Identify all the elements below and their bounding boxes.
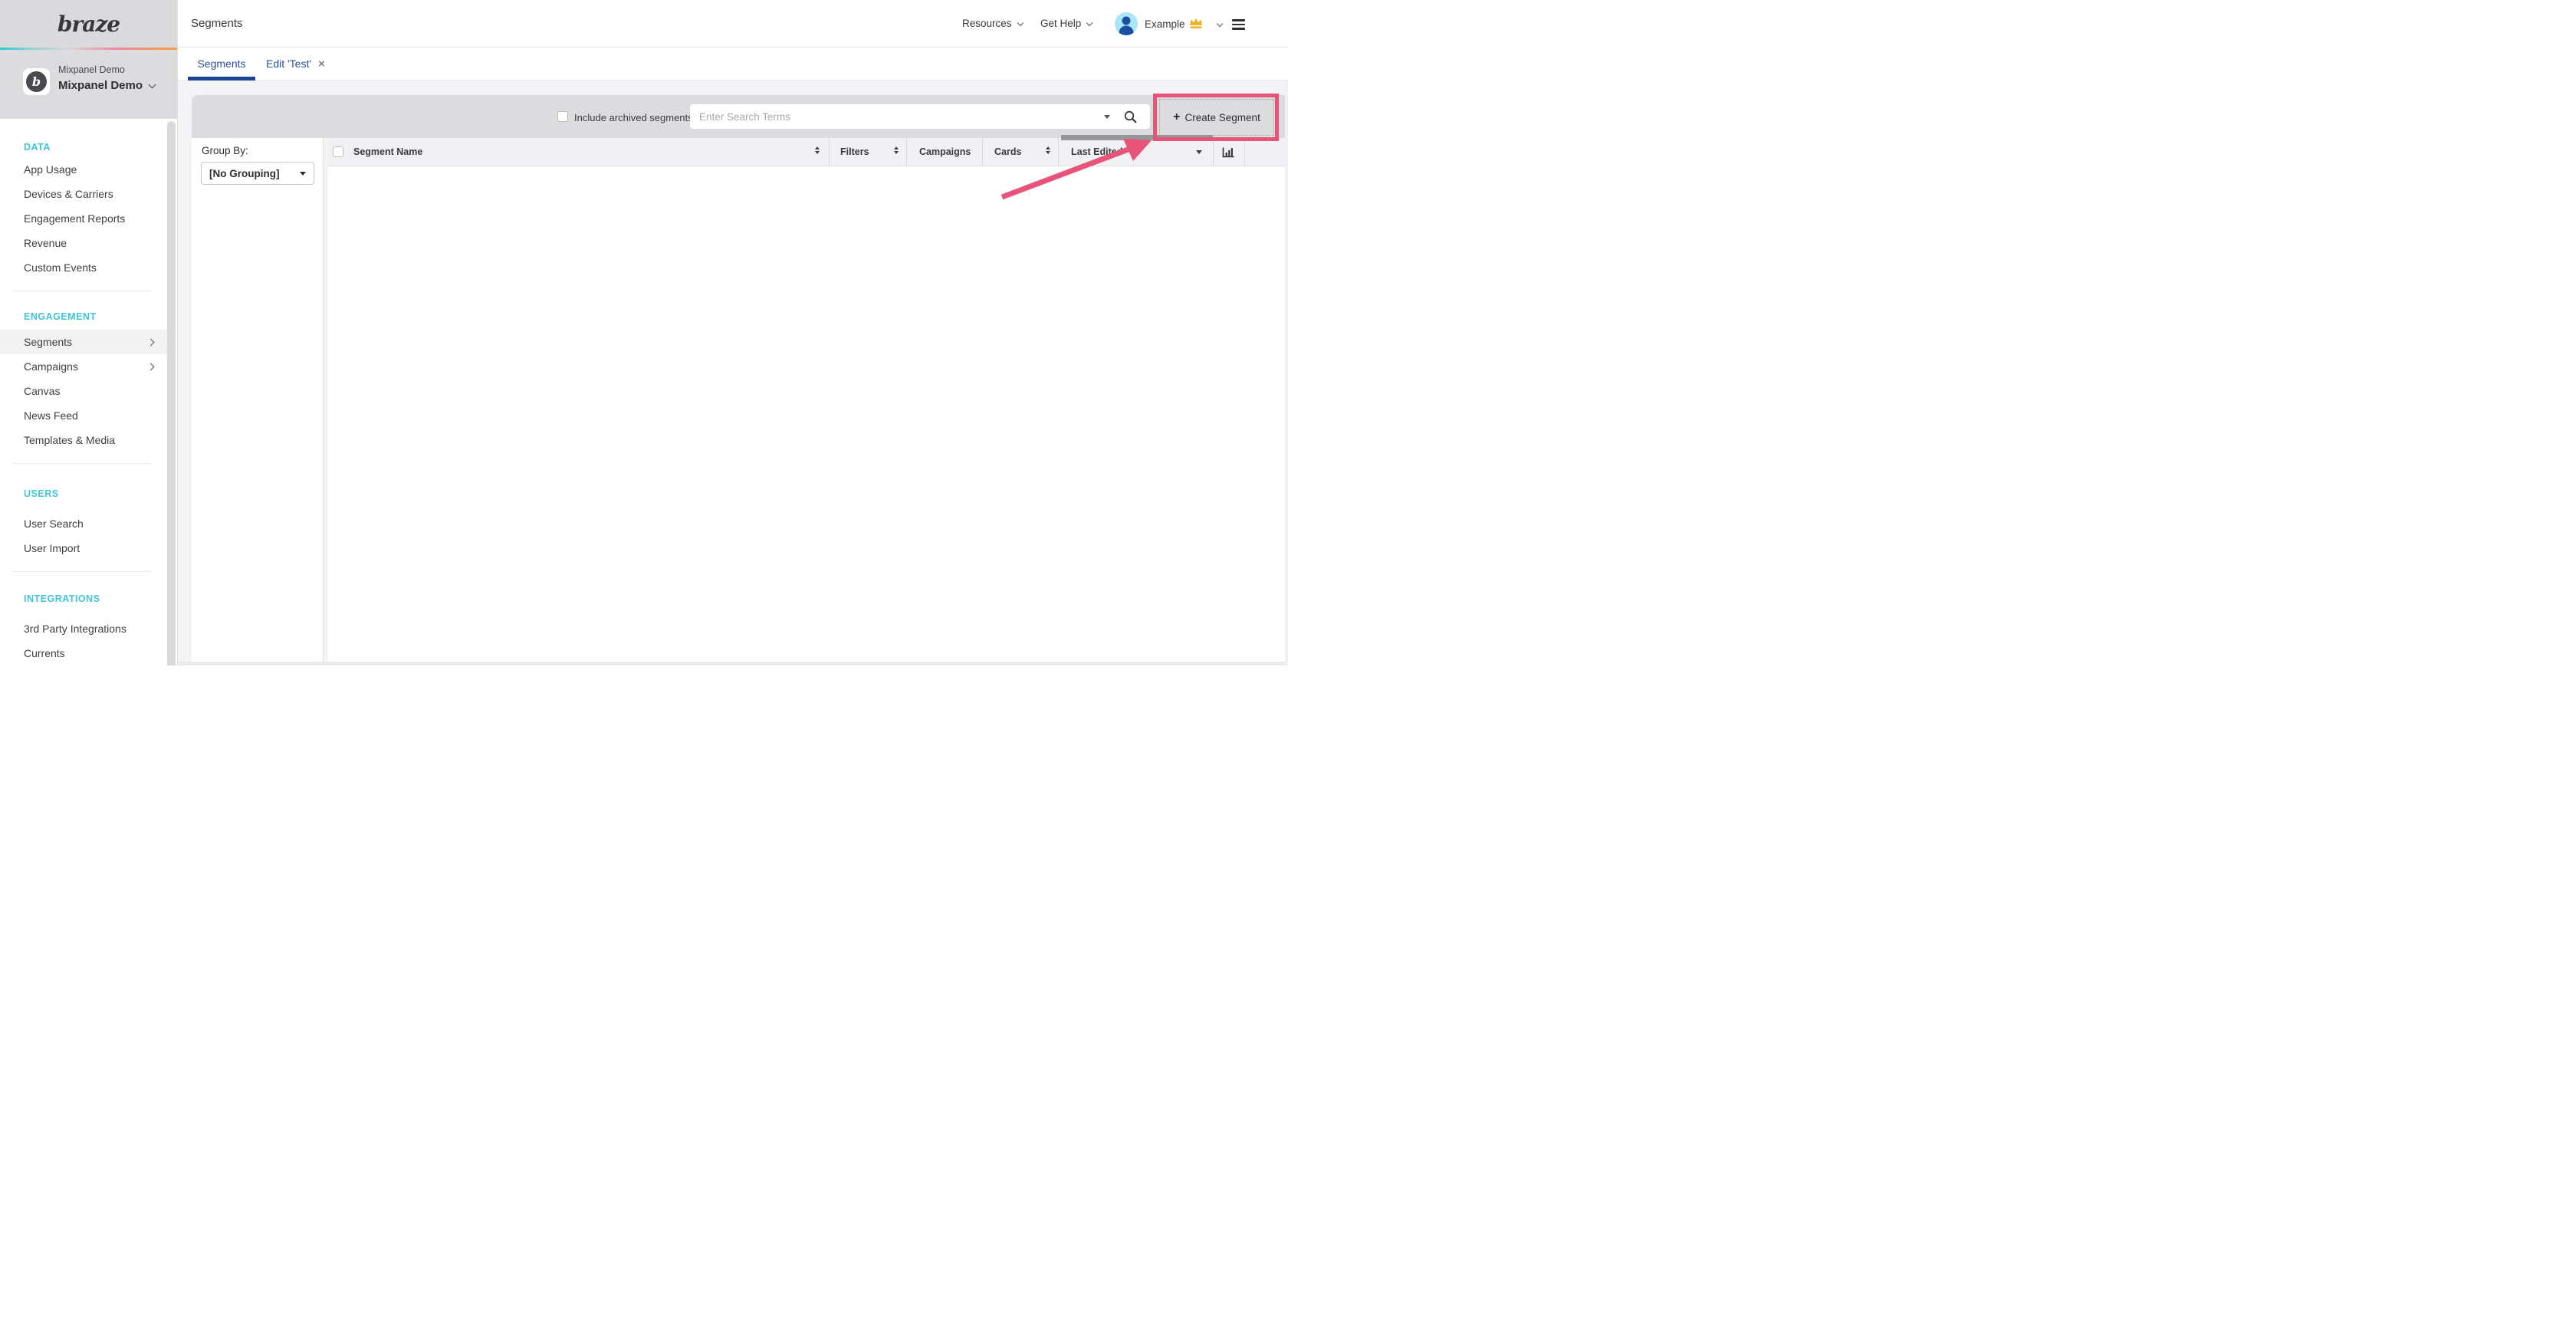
sidebar-item-revenue[interactable]: Revenue bbox=[0, 231, 167, 255]
search-icon[interactable] bbox=[1123, 110, 1138, 128]
create-segment-button[interactable]: + Create Segment bbox=[1159, 99, 1274, 136]
user-menu[interactable]: Example bbox=[1145, 18, 1185, 30]
tab-bar: Segments Edit 'Test'× bbox=[178, 48, 1288, 81]
close-icon[interactable]: × bbox=[318, 58, 325, 71]
bar-chart-icon bbox=[1222, 146, 1236, 158]
plus-icon: + bbox=[1173, 110, 1180, 124]
column-spacer bbox=[1244, 138, 1288, 166]
group-by-panel: Group By: [No Grouping] bbox=[192, 138, 323, 666]
column-campaigns[interactable]: Campaigns bbox=[906, 138, 982, 166]
sidebar-section-integrations: INTEGRATIONS bbox=[24, 593, 167, 604]
group-by-select[interactable]: [No Grouping] bbox=[201, 162, 314, 185]
sidebar-item-segments[interactable]: Segments bbox=[0, 330, 167, 354]
sidebar-item-user-search[interactable]: User Search bbox=[0, 511, 167, 536]
mixpanel-logo-icon: b bbox=[26, 71, 47, 92]
braze-logo[interactable]: braze bbox=[58, 12, 120, 37]
segments-table-body bbox=[328, 166, 1288, 666]
sidebar-item-app-usage[interactable]: App Usage bbox=[0, 157, 167, 182]
search-input[interactable] bbox=[690, 104, 1150, 129]
dropdown-caret-icon[interactable] bbox=[1196, 150, 1202, 154]
chevron-down-icon[interactable] bbox=[1217, 21, 1223, 27]
sidebar-item-engagement-reports[interactable]: Engagement Reports bbox=[0, 206, 167, 231]
chevron-down-icon bbox=[1017, 20, 1023, 26]
column-analytics[interactable] bbox=[1213, 138, 1244, 166]
chevron-down-icon bbox=[149, 81, 156, 89]
tab-segments[interactable]: Segments bbox=[188, 58, 255, 70]
get-help-menu[interactable]: Get Help bbox=[1040, 18, 1092, 29]
workspace-app-icon: b bbox=[23, 68, 50, 95]
sidebar-item-3rd-party-integrations[interactable]: 3rd Party Integrations bbox=[0, 616, 167, 641]
sidebar-item-templates-media[interactable]: Templates & Media bbox=[0, 428, 167, 452]
group-by-label: Group By: bbox=[202, 145, 248, 156]
sidebar: braze b Mixpanel Demo Mixpanel Demo DATA… bbox=[0, 0, 178, 666]
column-filters[interactable]: Filters bbox=[829, 138, 906, 166]
hamburger-menu[interactable] bbox=[1232, 19, 1245, 32]
search-field bbox=[690, 104, 1150, 129]
include-archived-checkbox[interactable] bbox=[557, 111, 568, 122]
panel-divider bbox=[323, 138, 324, 666]
active-tab-underline bbox=[188, 77, 255, 81]
sidebar-item-currents[interactable]: Currents bbox=[0, 641, 167, 666]
chevron-right-icon bbox=[147, 338, 155, 346]
workspace-app-label: Mixpanel Demo bbox=[58, 64, 125, 75]
sort-icon[interactable] bbox=[1046, 146, 1050, 154]
user-avatar[interactable] bbox=[1115, 12, 1138, 35]
sidebar-divider bbox=[12, 571, 152, 572]
search-dropdown-caret-icon[interactable] bbox=[1104, 115, 1110, 119]
avatar-icon bbox=[1115, 12, 1138, 35]
column-cards[interactable]: Cards bbox=[982, 138, 1058, 166]
sidebar-nav: DATA App Usage Devices & Carriers Engage… bbox=[0, 119, 167, 666]
logo-block: braze bbox=[0, 0, 177, 48]
window-scrollbar-track[interactable] bbox=[1285, 81, 1288, 666]
tab-edit-test[interactable]: Edit 'Test'× bbox=[266, 58, 325, 71]
segments-toolbar: Include archived segments + Create Segme… bbox=[192, 95, 1288, 138]
sidebar-item-devices-carriers[interactable]: Devices & Carriers bbox=[0, 182, 167, 206]
include-archived-label[interactable]: Include archived segments bbox=[574, 112, 693, 123]
sidebar-item-user-import[interactable]: User Import bbox=[0, 536, 167, 560]
workspace-name: Mixpanel Demo bbox=[58, 79, 155, 92]
sidebar-item-custom-events[interactable]: Custom Events bbox=[0, 255, 167, 280]
sidebar-section-users: USERS bbox=[24, 488, 167, 499]
select-all-cell bbox=[328, 138, 347, 166]
sort-icon[interactable] bbox=[815, 146, 820, 154]
column-drag-indicator bbox=[1061, 135, 1213, 140]
sidebar-item-news-feed[interactable]: News Feed bbox=[0, 403, 167, 428]
resources-menu[interactable]: Resources bbox=[962, 18, 1023, 29]
select-all-checkbox[interactable] bbox=[333, 146, 343, 157]
sidebar-section-data: DATA bbox=[24, 142, 167, 153]
column-segment-name[interactable]: Segment Name bbox=[347, 138, 829, 166]
window-bottom-edge bbox=[178, 662, 1288, 666]
sort-icon[interactable] bbox=[894, 146, 899, 154]
workspace-switcher[interactable]: b Mixpanel Demo Mixpanel Demo bbox=[0, 50, 177, 119]
page-title: Segments bbox=[191, 17, 243, 30]
braze-dashboard: braze b Mixpanel Demo Mixpanel Demo DATA… bbox=[0, 0, 1288, 666]
column-last-edited[interactable]: Last Edited bbox=[1058, 138, 1213, 166]
crown-icon bbox=[1188, 16, 1204, 29]
top-header: Segments Resources Get Help Example bbox=[178, 0, 1288, 48]
sidebar-divider bbox=[12, 463, 152, 464]
chevron-right-icon bbox=[147, 363, 155, 370]
sidebar-item-campaigns[interactable]: Campaigns bbox=[0, 354, 167, 379]
dropdown-caret-icon bbox=[300, 172, 306, 176]
sidebar-scrollbar[interactable] bbox=[167, 121, 176, 666]
chevron-down-icon bbox=[1086, 20, 1092, 26]
segments-table-header: Segment Name Filters Campaigns Cards Las… bbox=[328, 138, 1288, 166]
sidebar-item-canvas[interactable]: Canvas bbox=[0, 379, 167, 403]
sidebar-section-engagement: ENGAGEMENT bbox=[24, 311, 167, 322]
